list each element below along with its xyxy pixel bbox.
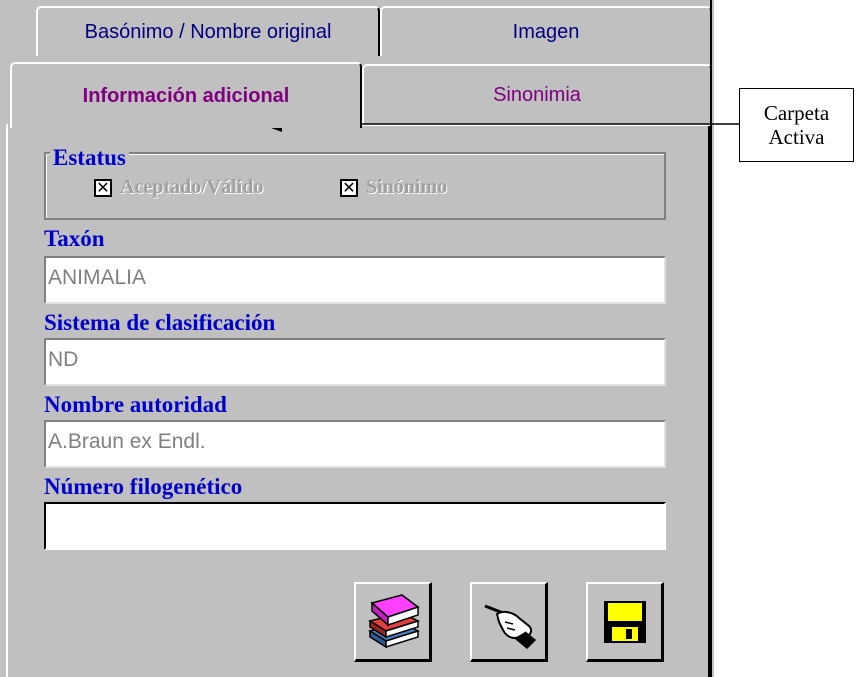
tab-label: Basónimo / Nombre original	[84, 20, 332, 43]
checkbox-checked-icon[interactable]: ✕	[340, 178, 358, 197]
books-button[interactable]	[354, 582, 432, 662]
edit-button[interactable]	[470, 582, 548, 662]
books-icon	[367, 593, 420, 648]
estatus-title: Estatus	[50, 145, 129, 171]
tab-basonimo[interactable]: Basónimo / Nombre original	[36, 6, 380, 56]
callout-text-line1: Carpeta	[763, 100, 830, 125]
tab-informacion-adicional[interactable]: Información adicional	[10, 62, 362, 128]
callout-text-line2: Activa	[768, 125, 825, 149]
nombre-autoridad-label: Nombre autoridad	[44, 392, 227, 417]
checkbox-label: Sinónimo	[366, 176, 448, 198]
hand-pen-icon	[483, 604, 536, 649]
checkbox-sinonimo[interactable]: ✕ Sinónimo	[340, 176, 447, 199]
tab-label: Información adicional	[82, 84, 290, 107]
checkbox-label: Aceptado/Válido	[120, 176, 264, 198]
nombre-autoridad-field[interactable]: A.Braun ex Endl.	[44, 420, 666, 468]
checkbox-checked-icon[interactable]: ✕	[94, 178, 112, 197]
numero-filogenetico-label: Número filogenético	[44, 474, 243, 499]
floppy-disk-icon	[603, 600, 646, 643]
tab-label: Sinonimia	[493, 83, 581, 106]
taxon-field[interactable]: ANIMALIA	[44, 256, 666, 304]
save-button[interactable]	[586, 582, 664, 662]
taxon-label: Taxón	[44, 226, 105, 251]
tab-imagen[interactable]: Imagen	[380, 6, 712, 56]
numero-filogenetico-field[interactable]	[44, 502, 666, 550]
callout-box: Carpeta Activa	[739, 88, 854, 162]
tab-label: Imagen	[512, 20, 580, 43]
window-edge	[710, 0, 712, 677]
sistema-clasificacion-label: Sistema de clasificación	[44, 310, 276, 335]
sistema-clasificacion-field[interactable]: ND	[44, 338, 666, 386]
checkbox-aceptado[interactable]: ✕ Aceptado/Válido	[94, 176, 263, 199]
